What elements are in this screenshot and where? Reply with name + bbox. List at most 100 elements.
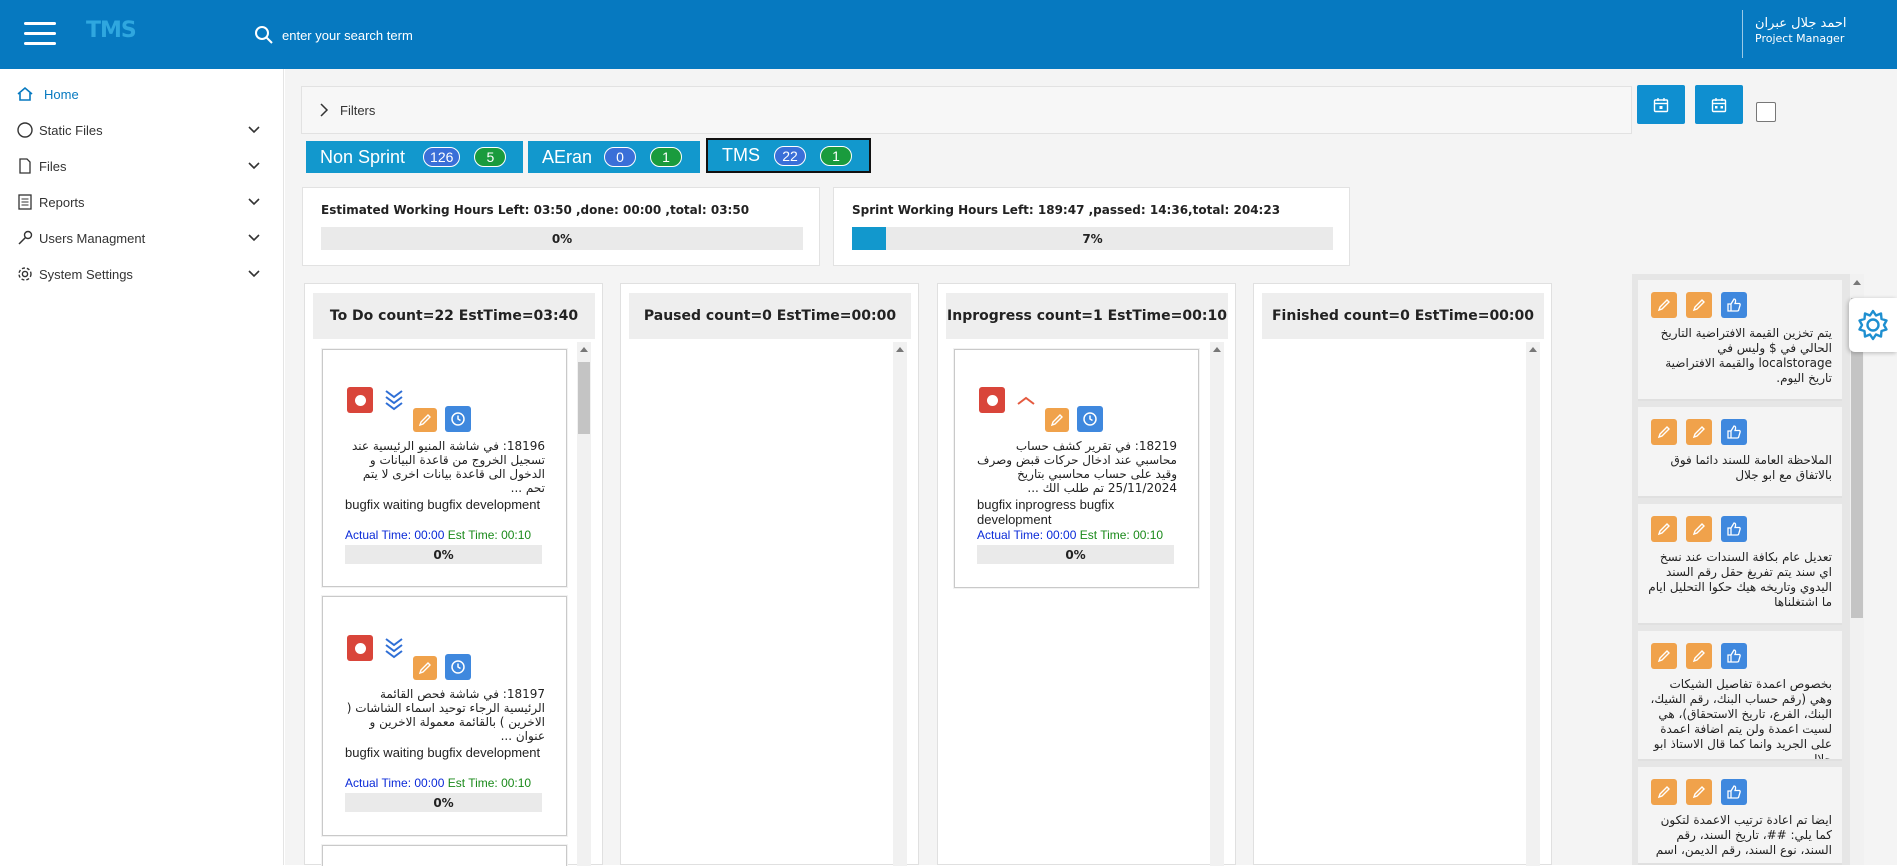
chevron-down-icon[interactable] (247, 231, 261, 245)
sidebar-item-files[interactable]: Files (0, 151, 284, 181)
edit-note-button[interactable] (1651, 643, 1677, 669)
notes-scrollbar[interactable] (1850, 274, 1864, 865)
sidebar-item-system-settings[interactable]: System Settings (0, 259, 284, 289)
chevron-down-icon[interactable] (247, 195, 261, 209)
like-button[interactable] (1721, 419, 1747, 445)
thumbs-up-icon (1727, 649, 1741, 663)
sprint-tab-non-sprint[interactable]: Non Sprint 126 5 (306, 141, 523, 173)
app-logo[interactable]: TMS (86, 18, 137, 43)
sidebar-item-static-files[interactable]: Static Files (0, 115, 284, 145)
select-checkbox[interactable] (1756, 102, 1776, 122)
task-description: 18196: في شاشة المنيو الرئيسية عند تسجيل… (351, 439, 545, 495)
sidebar-item-home[interactable]: Home (0, 79, 284, 109)
calendar-range-button[interactable] (1695, 85, 1743, 124)
edit-note-button[interactable] (1686, 292, 1712, 318)
task-card[interactable]: 18219: في تقرير كشف حساب محاسبي عند ادخا… (954, 349, 1199, 588)
time-log-button[interactable] (445, 654, 471, 680)
file-icon (19, 158, 31, 174)
task-card[interactable]: 18196: في شاشة المنيو الرئيسية عند تسجيل… (322, 349, 567, 587)
note-text: يتم تخزين القيمة الافتراضية التاريخ الحا… (1660, 326, 1832, 385)
user-profile[interactable]: احمد جلال عبران Project Manager (1742, 10, 1882, 58)
gear-icon (1858, 309, 1888, 341)
edit-button[interactable] (413, 656, 437, 680)
sidebar-item-users-managment[interactable]: Users Managment (0, 223, 284, 253)
progress-text: 0% (551, 231, 573, 246)
stop-button[interactable] (979, 387, 1005, 413)
est-time: Est Time: 00:10 (1079, 528, 1164, 542)
sprint-hours-title: Sprint Working Hours Left: 189:47 ,passe… (852, 203, 1281, 217)
actual-time: Actual Time: 00:00 (345, 776, 445, 790)
thumbs-up-icon (1727, 785, 1741, 799)
column-scrollbar[interactable] (1210, 342, 1224, 866)
sprint-name: TMS (722, 145, 760, 165)
priority-low-icon (385, 390, 403, 411)
key-icon (18, 230, 33, 245)
stop-button[interactable] (347, 387, 373, 413)
sidebar-item-reports[interactable]: Reports (0, 187, 284, 217)
user-role: Project Manager (1755, 32, 1845, 45)
menu-icon[interactable] (24, 22, 56, 46)
sprint-tab-tms[interactable]: TMS 22 1 (706, 138, 871, 173)
like-button[interactable] (1721, 292, 1747, 318)
search-input[interactable] (282, 27, 662, 43)
task-status: bugfix inprogress bugfix development (977, 497, 1115, 527)
stop-button[interactable] (347, 635, 373, 661)
time-log-button[interactable] (445, 406, 471, 432)
note-card: ايضا تم اعادة ترتيب الاعمدة لتكون كما يل… (1638, 767, 1842, 865)
calendar-icon (1653, 97, 1669, 112)
task-status: bugfix waiting bugfix development (345, 497, 541, 512)
column-header: Inprogress count=1 EstTime=00:10 (946, 293, 1228, 339)
sidebar-item-label: Files (39, 158, 67, 174)
pencil-icon (1692, 426, 1705, 439)
like-button[interactable] (1721, 643, 1747, 669)
task-status: bugfix waiting bugfix development (345, 745, 541, 760)
edit-note-button[interactable] (1686, 516, 1712, 542)
column-paused: Paused count=0 EstTime=00:00 (620, 283, 919, 866)
actual-time: Actual Time: 00:00 (345, 528, 445, 542)
edit-button[interactable] (413, 408, 437, 432)
pencil-icon (1657, 786, 1670, 799)
column-scrollbar[interactable] (577, 342, 591, 866)
column-scrollbar[interactable] (893, 342, 907, 866)
time-log-button[interactable] (1077, 406, 1103, 432)
task-progress: 0% (345, 793, 542, 812)
clock-icon (451, 660, 465, 674)
clock-icon (451, 412, 465, 426)
column-header: Finished count=0 EstTime=00:00 (1262, 293, 1544, 339)
sprint-count-badge: 5 (474, 147, 507, 167)
settings-button[interactable] (1849, 298, 1897, 352)
search-icon[interactable] (254, 25, 274, 45)
filters-toggle[interactable]: Filters (301, 86, 1632, 134)
thumbs-up-icon (1727, 425, 1741, 439)
pencil-icon (1692, 299, 1705, 312)
task-progress: 0% (977, 545, 1174, 564)
edit-note-button[interactable] (1651, 779, 1677, 805)
edit-note-button[interactable] (1651, 419, 1677, 445)
like-button[interactable] (1721, 779, 1747, 805)
column-todo: To Do count=22 EstTime=03:40 18196: في ش… (304, 283, 603, 866)
calendar-button[interactable] (1637, 85, 1685, 124)
note-card: الملاحظة العامة للسند دائما فوق بالاتفاق… (1638, 407, 1842, 498)
task-description: 18197: في شاشة فحص القائمة الرئيسية الرج… (346, 687, 545, 743)
chevron-down-icon[interactable] (247, 267, 261, 281)
column-finished: Finished count=0 EstTime=00:00 (1253, 283, 1552, 866)
sprint-hours-progress: 7% (852, 227, 1333, 250)
edit-note-button[interactable] (1651, 516, 1677, 542)
pencil-icon (1692, 650, 1705, 663)
report-icon (18, 194, 32, 210)
edit-note-button[interactable] (1686, 419, 1712, 445)
task-card[interactable] (322, 845, 567, 866)
chevron-down-icon[interactable] (247, 123, 261, 137)
sprint-tab-aeran[interactable]: AEran 0 1 (528, 141, 700, 173)
priority-low-icon (385, 638, 403, 659)
like-button[interactable] (1721, 516, 1747, 542)
edit-note-button[interactable] (1686, 779, 1712, 805)
edit-note-button[interactable] (1651, 292, 1677, 318)
column-scrollbar[interactable] (1526, 342, 1540, 866)
task-card[interactable]: 18197: في شاشة فحص القائمة الرئيسية الرج… (322, 596, 567, 836)
chevron-right-icon (320, 103, 329, 117)
sprint-count-badge: 1 (820, 145, 852, 166)
edit-button[interactable] (1045, 408, 1069, 432)
edit-note-button[interactable] (1686, 643, 1712, 669)
chevron-down-icon[interactable] (247, 159, 261, 173)
